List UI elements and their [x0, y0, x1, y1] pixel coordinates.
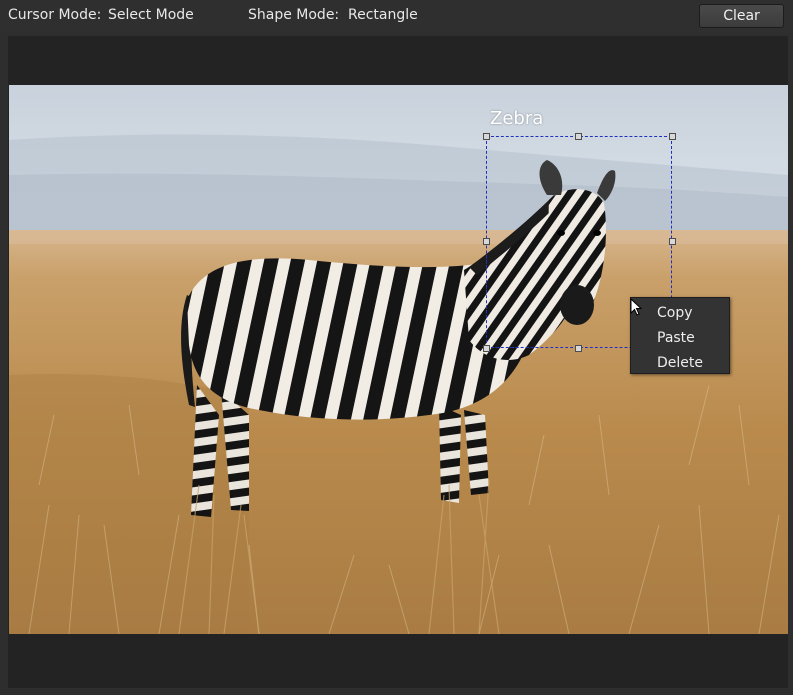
menu-item-delete[interactable]: Delete [631, 351, 729, 376]
mouse-pointer-icon [630, 298, 642, 316]
context-menu: Copy Paste Delete [630, 297, 730, 374]
resize-handle-bottom[interactable] [575, 345, 582, 352]
shape-mode-value: Rectangle [348, 7, 418, 23]
resize-handle-left[interactable] [483, 238, 490, 245]
resize-handle-bottom-left[interactable] [483, 345, 490, 352]
shape-mode-label: Shape Mode: [248, 7, 340, 23]
resize-handle-right[interactable] [669, 238, 676, 245]
resize-handle-top-left[interactable] [483, 133, 490, 140]
menu-item-paste[interactable]: Paste [631, 326, 729, 351]
resize-handle-top-right[interactable] [669, 133, 676, 140]
resize-handle-top[interactable] [575, 133, 582, 140]
cursor-mode-value: Select Mode [108, 7, 194, 23]
menu-item-copy[interactable]: Copy [631, 301, 729, 326]
annotation-label: Zebra [490, 108, 544, 129]
toolbar: Cursor Mode: Select Mode Shape Mode: Rec… [0, 0, 793, 33]
cursor-mode-label: Cursor Mode: [8, 7, 102, 23]
clear-button[interactable]: Clear [699, 4, 784, 28]
